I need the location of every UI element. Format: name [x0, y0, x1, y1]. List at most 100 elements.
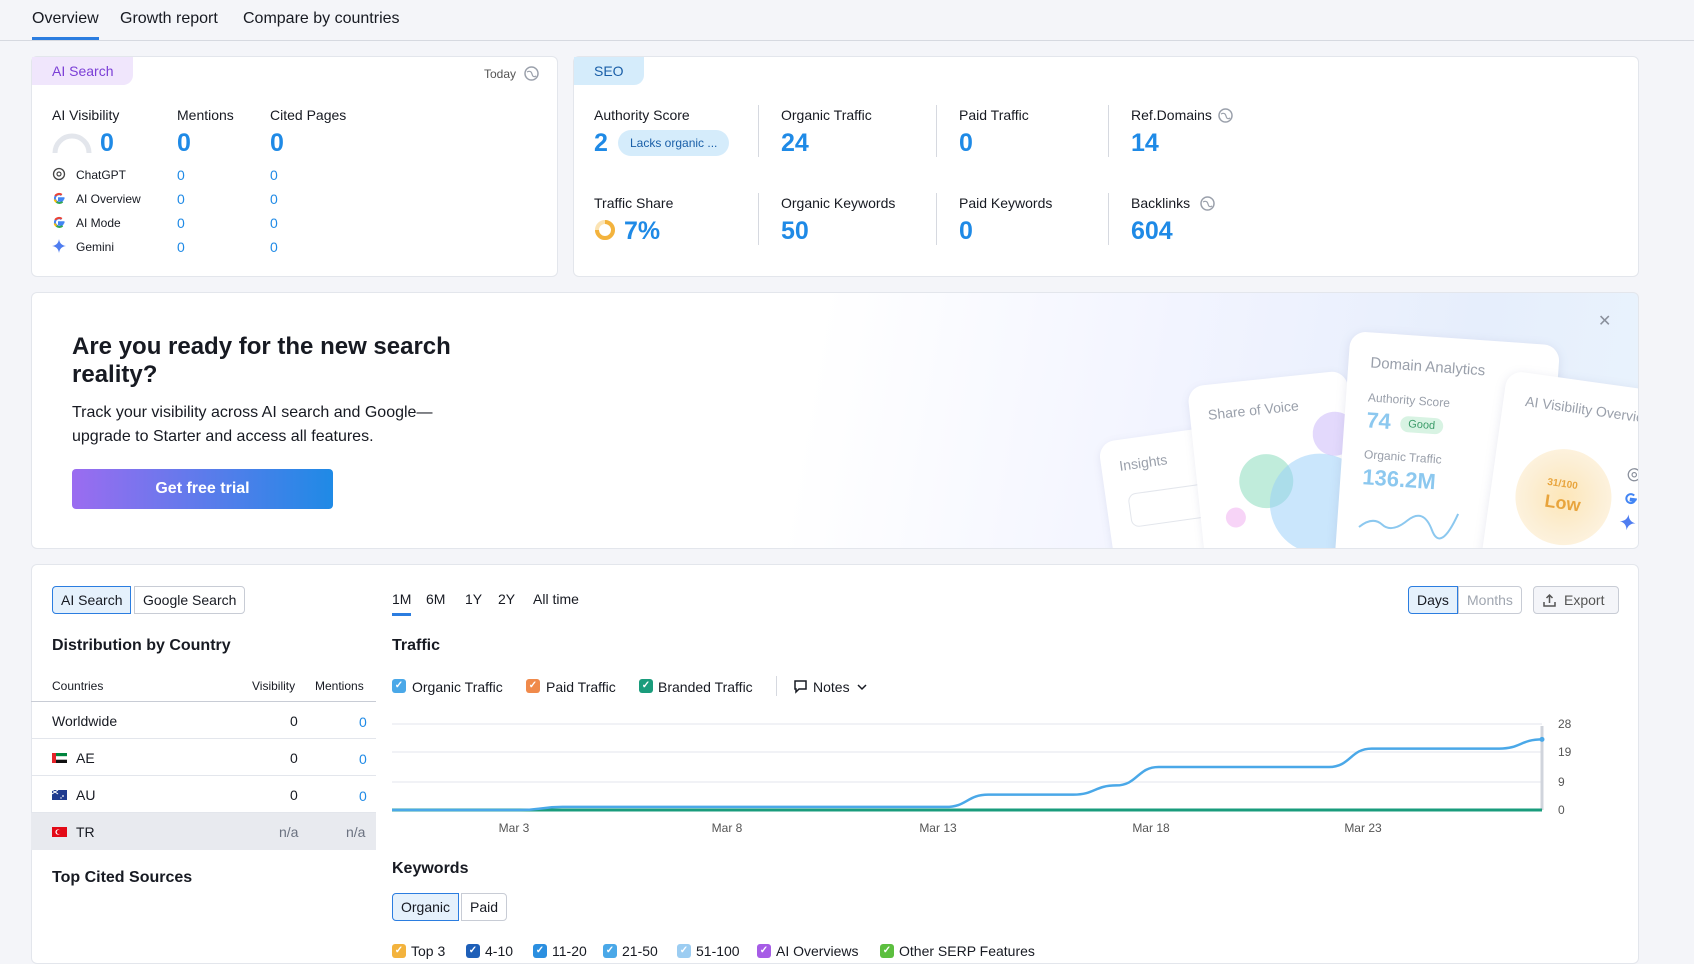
country-name: Worldwide — [52, 713, 118, 729]
series-line-organic-traffic — [392, 738, 1543, 812]
close-icon[interactable]: ✕ — [1598, 311, 1611, 331]
divider — [758, 193, 759, 245]
flag-ae-icon — [52, 753, 67, 763]
country-name: AU — [76, 787, 96, 803]
seo-card: SEO Authority Score 2 Lacks organic ... … — [573, 56, 1639, 277]
paid-keywords-label: Paid Keywords — [959, 195, 1053, 211]
today-label: Today — [484, 67, 517, 81]
gauge-out-of: /100 — [1557, 478, 1579, 492]
visibility-header: Visibility — [252, 679, 296, 693]
organic-keywords-value[interactable]: 50 — [781, 217, 809, 246]
organic-traffic-checkbox[interactable]: ✓ — [392, 679, 406, 693]
organic-traffic-preview-label: Organic Traffic — [1363, 447, 1443, 467]
other-serp-checkbox[interactable]: ✓ — [880, 944, 894, 958]
period-6m[interactable]: 6M — [426, 591, 445, 607]
google-search-toggle[interactable]: Google Search — [134, 586, 246, 614]
backlinks-value[interactable]: 604 — [1131, 217, 1173, 246]
country-mentions[interactable]: 0 — [359, 751, 367, 767]
gemini-cited[interactable]: 0 — [270, 239, 278, 255]
traffic-share-value: 7% — [624, 217, 661, 245]
distribution-title: Distribution by Country — [52, 637, 231, 654]
table-row[interactable]: AE 0 0 — [31, 739, 376, 776]
platform-gemini: Gemini — [76, 240, 115, 254]
authority-score-label: Authority Score — [594, 107, 690, 123]
notes-icon[interactable] — [793, 679, 808, 694]
4-10-checkbox[interactable]: ✓ — [466, 944, 480, 958]
ai-visibility-gauge: 31/100 Low — [1509, 442, 1618, 548]
period-1m[interactable]: 1M — [392, 591, 412, 616]
branded-traffic-checkbox[interactable]: ✓ — [639, 679, 653, 693]
ai-mode-cited[interactable]: 0 — [270, 215, 278, 231]
divider — [936, 193, 937, 245]
branded-traffic-legend[interactable]: Branded Traffic — [658, 679, 753, 695]
chatgpt-cited[interactable]: 0 — [270, 167, 278, 183]
paid-traffic-checkbox[interactable]: ✓ — [526, 679, 540, 693]
organic-traffic-preview-value: 136.2M — [1361, 464, 1437, 495]
period-1y[interactable]: 1Y — [465, 591, 482, 607]
tab-growth-report[interactable]: Growth report — [120, 10, 218, 37]
tab-compare-by-countries[interactable]: Compare by countries — [243, 10, 400, 37]
country-visibility: 0 — [290, 787, 298, 803]
chatgpt-mentions[interactable]: 0 — [177, 167, 185, 183]
paid-traffic-value[interactable]: 0 — [959, 129, 973, 158]
organic-traffic-value[interactable]: 24 — [781, 129, 809, 158]
gemini-mentions[interactable]: 0 — [177, 239, 185, 255]
paid-keywords-value[interactable]: 0 — [959, 217, 973, 246]
seo-pill: SEO — [574, 57, 644, 85]
platform-ai-mode: AI Mode — [76, 216, 121, 230]
domain-analytics-label: Domain Analytics — [1369, 354, 1486, 380]
country-mentions[interactable]: 0 — [359, 714, 367, 730]
country-mentions[interactable]: 0 — [359, 788, 367, 804]
chatgpt-icon — [52, 167, 66, 181]
x-tick-label: Mar 3 — [499, 821, 530, 835]
voice-bubble — [1224, 506, 1247, 529]
globe-icon[interactable] — [524, 66, 539, 81]
period-all-time[interactable]: All time — [533, 591, 579, 607]
y-tick-label: 9 — [1558, 775, 1565, 789]
ref-domains-value[interactable]: 14 — [1131, 129, 1159, 158]
cited-pages-total: 0 — [270, 129, 284, 157]
top3-checkbox[interactable]: ✓ — [392, 944, 406, 958]
months-toggle[interactable]: Months — [1458, 586, 1522, 614]
country-mentions: n/a — [346, 824, 366, 840]
ai-mode-mentions[interactable]: 0 — [177, 215, 185, 231]
table-row[interactable]: Worldwide 0 0 — [31, 702, 376, 739]
visibility-gauge-icon — [52, 133, 92, 154]
days-toggle[interactable]: Days — [1408, 586, 1458, 614]
gemini-icon — [52, 239, 66, 253]
ai-overview-cited[interactable]: 0 — [270, 191, 278, 207]
share-of-voice-label: Share of Voice — [1207, 397, 1300, 423]
mentions-total: 0 — [177, 129, 191, 157]
table-row[interactable]: TR n/a n/a — [31, 813, 376, 850]
ai-overview-mentions[interactable]: 0 — [177, 191, 185, 207]
table-row[interactable]: AU 0 0 — [31, 776, 376, 813]
y-tick-label: 19 — [1558, 745, 1572, 759]
good-badge: Good — [1399, 415, 1444, 435]
paid-toggle[interactable]: Paid — [461, 893, 508, 921]
11-20-checkbox[interactable]: ✓ — [533, 944, 547, 958]
export-button[interactable]: Export — [1533, 586, 1619, 614]
export-label: Export — [1564, 592, 1605, 608]
authority-status-chip[interactable]: Lacks organic ... — [618, 130, 730, 156]
ai-search-card: AI Search Today AI Visibility Mentions C… — [31, 56, 558, 277]
ai-search-toggle[interactable]: AI Search — [52, 586, 132, 614]
organic-traffic-legend[interactable]: Organic Traffic — [412, 679, 503, 695]
ai-visibility-label: AI Visibility — [52, 107, 120, 123]
country-visibility: n/a — [279, 824, 299, 840]
globe-icon — [1218, 108, 1233, 123]
ref-domains-label: Ref.Domains — [1131, 107, 1212, 123]
paid-traffic-legend[interactable]: Paid Traffic — [546, 679, 616, 695]
21-50-checkbox[interactable]: ✓ — [603, 944, 617, 958]
organic-toggle[interactable]: Organic — [392, 893, 460, 921]
x-tick-label: Mar 13 — [919, 821, 957, 835]
traffic-chart: 28 19 9 0 Mar 3 Mar 8 Mar 13 Mar 18 Mar 23 — [392, 717, 1572, 835]
51-100-checkbox[interactable]: ✓ — [677, 944, 691, 958]
chevron-down-icon[interactable] — [857, 683, 867, 691]
ai-overviews-checkbox[interactable]: ✓ — [757, 944, 771, 958]
get-free-trial-button[interactable]: Get free trial — [72, 469, 333, 509]
period-2y[interactable]: 2Y — [498, 591, 515, 607]
notes-dropdown[interactable]: Notes — [813, 679, 850, 695]
traffic-share-donut-icon — [595, 220, 615, 240]
tab-overview[interactable]: Overview — [32, 10, 99, 40]
divider — [758, 105, 759, 157]
